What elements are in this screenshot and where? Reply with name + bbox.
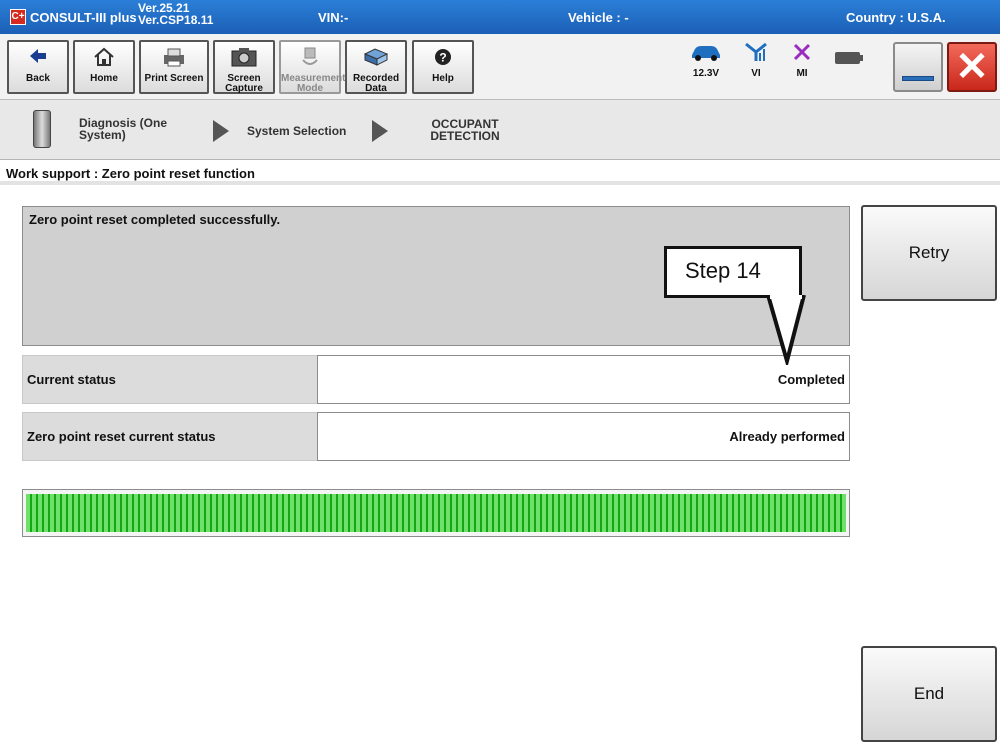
breadcrumb-occupant-detection: OCCUPANT DETECTION bbox=[430, 117, 500, 143]
help-icon: ? bbox=[414, 46, 472, 74]
car-icon bbox=[683, 42, 729, 68]
recorded-data-button[interactable]: Recorded Data bbox=[345, 40, 407, 94]
camera-icon bbox=[215, 46, 273, 74]
reset-status-value: Already performed bbox=[317, 412, 850, 461]
voltage-value: 12.3V bbox=[692, 68, 720, 79]
progress-bar bbox=[22, 489, 850, 537]
help-button[interactable]: ? Help bbox=[412, 40, 474, 94]
consult-device-icon bbox=[33, 110, 51, 148]
measurement-mode-label: Measurement Mode bbox=[281, 73, 346, 94]
breadcrumb-arrow-icon bbox=[213, 120, 229, 142]
measurement-icon bbox=[281, 46, 339, 74]
minimize-icon bbox=[902, 76, 934, 81]
screen-capture-button[interactable]: Screen Capture bbox=[213, 40, 275, 94]
home-icon bbox=[75, 46, 133, 74]
printer-icon bbox=[141, 46, 207, 74]
end-button[interactable]: End bbox=[861, 646, 997, 742]
back-arrow-icon bbox=[9, 46, 67, 74]
back-label: Back bbox=[26, 73, 50, 84]
recorded-data-label: Recorded Data bbox=[352, 73, 400, 94]
vin-label: VIN:- bbox=[318, 10, 349, 25]
measurement-mode-button[interactable]: Measurement Mode bbox=[279, 40, 346, 94]
breadcrumb: Diagnosis (One System) System Selection … bbox=[0, 100, 1000, 160]
battery-indicator bbox=[833, 48, 865, 72]
title-bar: C+ CONSULT-III plus Ver.25.21 Ver.CSP18.… bbox=[0, 0, 1000, 34]
vi-status: VI bbox=[741, 42, 771, 79]
help-label: Help bbox=[432, 73, 454, 84]
status-area: 12.3V VI MI bbox=[683, 34, 883, 100]
print-screen-label: Print Screen bbox=[144, 73, 204, 84]
toolbar: Back Home Print Screen Screen Capture Me… bbox=[0, 34, 1000, 100]
home-label: Home bbox=[90, 73, 118, 84]
current-status-label: Current status bbox=[22, 355, 318, 404]
recorded-data-icon bbox=[347, 46, 405, 74]
breadcrumb-arrow-icon bbox=[372, 120, 388, 142]
version-info: Ver.25.21 Ver.CSP18.11 bbox=[138, 2, 213, 26]
vehicle-label: Vehicle : - bbox=[568, 10, 629, 25]
retry-button[interactable]: Retry bbox=[861, 205, 997, 301]
app-name: CONSULT-III plus bbox=[30, 10, 137, 25]
page-title: Work support : Zero point reset function bbox=[0, 161, 1000, 185]
mi-label: MI bbox=[796, 68, 808, 79]
minimize-button[interactable] bbox=[893, 42, 943, 92]
signal-icon bbox=[741, 42, 771, 68]
breadcrumb-system-selection[interactable]: System Selection bbox=[247, 125, 346, 137]
breadcrumb-diagnosis[interactable]: Diagnosis (One System) bbox=[79, 117, 189, 141]
battery-status: 12.3V bbox=[683, 42, 729, 79]
back-button[interactable]: Back bbox=[7, 40, 69, 94]
step-callout: Step 14 bbox=[664, 246, 802, 298]
mi-status: MI bbox=[787, 42, 817, 79]
screen-capture-label: Screen Capture bbox=[225, 73, 263, 94]
progress-fill bbox=[26, 494, 846, 532]
vi-label: VI bbox=[751, 68, 761, 79]
close-button[interactable]: ✕ bbox=[947, 42, 997, 92]
reset-status-label: Zero point reset current status bbox=[22, 412, 318, 461]
battery-icon bbox=[833, 48, 865, 72]
print-screen-button[interactable]: Print Screen bbox=[139, 40, 209, 94]
country-label: Country : U.S.A. bbox=[846, 10, 946, 25]
callout-pointer bbox=[766, 295, 806, 365]
version-line-2: Ver.CSP18.11 bbox=[138, 13, 214, 27]
x-mark-icon bbox=[787, 42, 817, 68]
consult-logo: C+ bbox=[10, 9, 26, 25]
close-icon: ✕ bbox=[955, 45, 989, 89]
home-button[interactable]: Home bbox=[73, 40, 135, 94]
svg-text:?: ? bbox=[439, 51, 446, 65]
